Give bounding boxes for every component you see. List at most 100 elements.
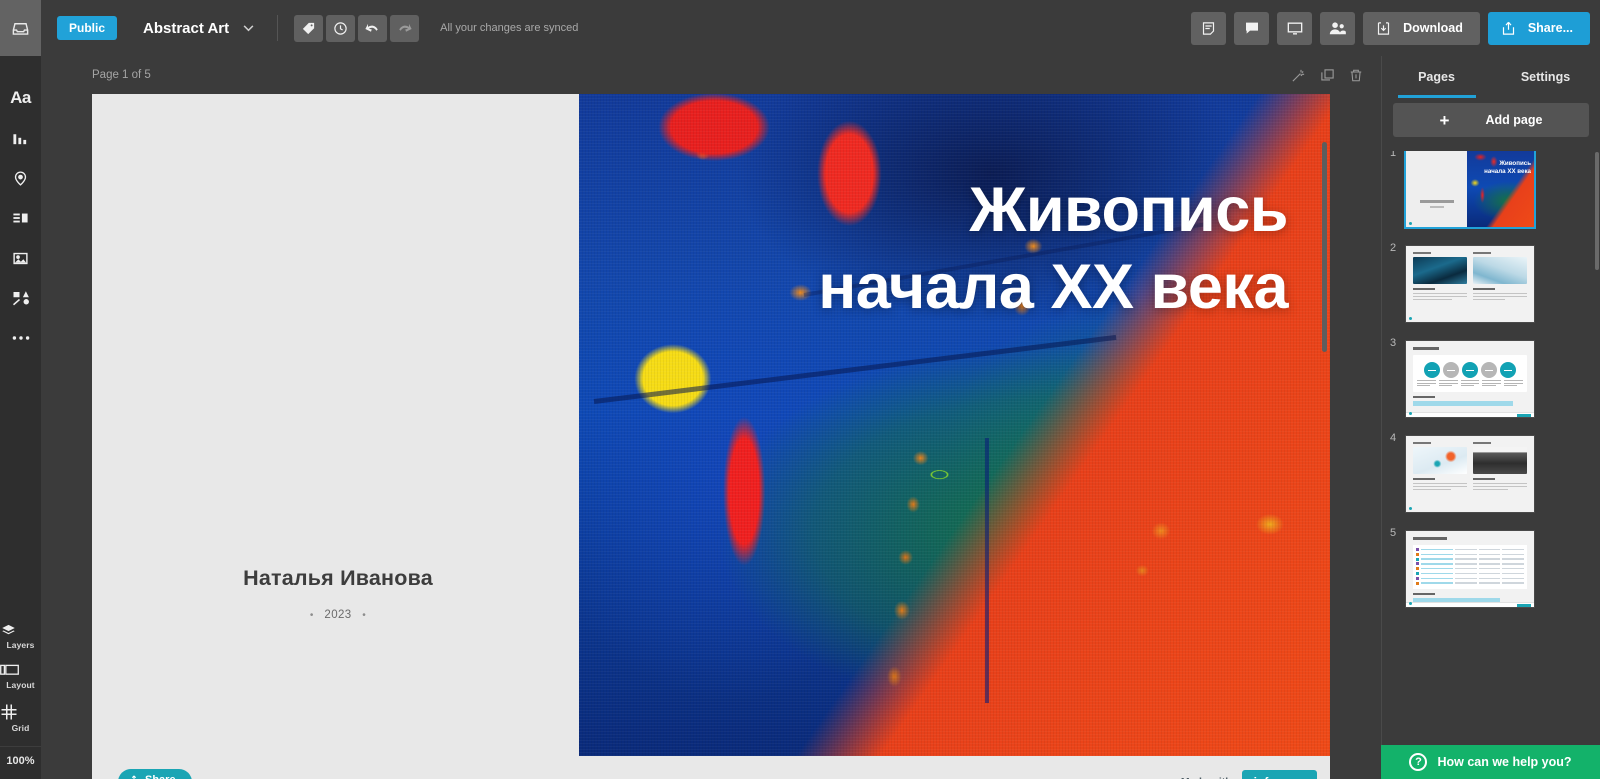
page-thumbnail-4[interactable] bbox=[1406, 436, 1534, 512]
page-thumbnail-2[interactable] bbox=[1406, 246, 1534, 322]
grid-label: Grid bbox=[11, 723, 30, 733]
paint-streak bbox=[984, 438, 989, 704]
duplicate-icon[interactable] bbox=[1320, 68, 1335, 83]
thumb-column bbox=[1413, 252, 1467, 302]
thumb-marker bbox=[1409, 222, 1412, 225]
zoom-level[interactable]: 100% bbox=[0, 746, 41, 779]
canvas-header: Page 1 of 5 bbox=[41, 56, 1381, 94]
thumb-marker bbox=[1409, 507, 1412, 510]
sidebar-item-layout[interactable] bbox=[0, 198, 41, 238]
share-button[interactable]: Share... bbox=[1487, 11, 1590, 45]
tab-settings[interactable]: Settings bbox=[1491, 56, 1600, 98]
collaborators-button[interactable] bbox=[1320, 11, 1356, 45]
tab-pages[interactable]: Pages bbox=[1382, 56, 1491, 98]
panel-scrollbar[interactable] bbox=[1595, 152, 1599, 270]
redo-button[interactable] bbox=[390, 14, 420, 42]
artwork-image[interactable]: Живопись начала XX века bbox=[579, 94, 1330, 756]
thumb-image bbox=[1473, 447, 1527, 474]
sidebar-item-text[interactable]: Aa bbox=[0, 78, 41, 118]
slide-title[interactable]: Живопись начала XX века bbox=[619, 172, 1288, 326]
thumb-highlight bbox=[1413, 400, 1514, 406]
sidebar-item-chart[interactable] bbox=[0, 118, 41, 158]
undo-button[interactable] bbox=[358, 14, 388, 42]
table-row bbox=[1416, 562, 1525, 566]
tag-icon bbox=[301, 21, 316, 36]
page-thumbnail-1[interactable]: Живопись начала XX века bbox=[1406, 151, 1534, 227]
thumb-circle-row bbox=[1417, 362, 1523, 378]
text-icon: Aa bbox=[10, 88, 31, 107]
thumb-label bbox=[1413, 442, 1431, 444]
thumb-columns bbox=[1413, 252, 1527, 302]
layout-panel-icon bbox=[0, 663, 41, 678]
layers-button[interactable]: Layers bbox=[0, 617, 41, 657]
page-thumbnail-5[interactable] bbox=[1406, 531, 1534, 607]
chevron-down-icon[interactable] bbox=[243, 24, 259, 32]
embed-share-label: Share bbox=[145, 774, 176, 779]
layout-button[interactable]: Layout bbox=[0, 657, 41, 697]
canvas-scrollbar[interactable] bbox=[1322, 142, 1327, 352]
share-label: Share... bbox=[1527, 21, 1573, 35]
slide-page-1[interactable]: Живопись начала XX века Наталья Иванова … bbox=[92, 94, 1330, 756]
slide-canvas: Живопись начала XX века Наталья Иванова … bbox=[92, 94, 1330, 779]
thumb-author-line bbox=[1420, 200, 1454, 203]
table-row bbox=[1416, 571, 1525, 575]
image-icon bbox=[12, 250, 29, 267]
speaker-notes-button[interactable] bbox=[1191, 11, 1227, 45]
comments-button[interactable] bbox=[1234, 11, 1270, 45]
comment-icon bbox=[1244, 20, 1260, 36]
slide-year-row[interactable]: • 2023 • bbox=[183, 609, 493, 621]
people-icon bbox=[1329, 21, 1346, 35]
grid-button[interactable]: Grid bbox=[0, 697, 41, 740]
thumb-title-bar bbox=[1413, 347, 1439, 350]
trash-icon[interactable] bbox=[1349, 68, 1363, 83]
thumb-circle bbox=[1424, 362, 1440, 378]
layers-icon bbox=[0, 623, 41, 638]
slide-year: 2023 bbox=[324, 609, 352, 621]
grid-icon bbox=[0, 703, 41, 721]
thumb-caption bbox=[1413, 395, 1435, 398]
sidebar-item-more[interactable] bbox=[0, 318, 41, 358]
document-title[interactable]: Abstract Art bbox=[143, 20, 229, 37]
thumb-image bbox=[1413, 257, 1467, 284]
sidebar-item-image[interactable] bbox=[0, 238, 41, 278]
thumb-caption bbox=[1473, 288, 1495, 290]
tag-button[interactable] bbox=[294, 14, 324, 42]
thumb-title: Живопись начала XX века bbox=[1484, 160, 1531, 175]
toolbar-divider bbox=[277, 15, 279, 41]
right-panel: Pages Settings + Add page 1 Живопись нача… bbox=[1381, 56, 1600, 779]
thumb-content bbox=[1406, 341, 1534, 417]
bullet-right: • bbox=[362, 610, 367, 621]
infogram-brand[interactable]: infogram bbox=[1241, 770, 1317, 779]
sidebar-item-shapes[interactable] bbox=[0, 278, 41, 318]
list-item: 4 bbox=[1384, 432, 1600, 512]
slide-author[interactable]: Наталья Иванова bbox=[183, 566, 493, 591]
list-item: 1 Живопись начала XX века bbox=[1384, 151, 1600, 227]
embed-share-button[interactable]: Share bbox=[118, 769, 192, 779]
help-label: How can we help you? bbox=[1437, 755, 1572, 769]
rail-bottom-tools: Layers Layout Grid bbox=[0, 617, 41, 746]
visibility-badge[interactable]: Public bbox=[57, 15, 118, 41]
thumb-body-lines bbox=[1473, 483, 1527, 491]
thumb-content bbox=[1406, 246, 1534, 322]
redo-icon bbox=[397, 22, 412, 34]
thumb-content bbox=[1406, 436, 1534, 512]
thumb-circle-labels bbox=[1417, 380, 1523, 388]
page-thumbnail-list[interactable]: 1 Живопись начала XX века 2 3 4 5 bbox=[1382, 151, 1600, 779]
thumb-caption bbox=[1413, 593, 1435, 596]
page-thumbnail-3[interactable] bbox=[1406, 341, 1534, 417]
history-button[interactable] bbox=[326, 14, 356, 42]
add-page-button[interactable]: + Add page bbox=[1393, 103, 1589, 137]
top-toolbar: Public Abstract Art All your changes are… bbox=[41, 0, 1600, 56]
inbox-button[interactable] bbox=[0, 0, 41, 56]
sidebar-item-map[interactable] bbox=[0, 158, 41, 198]
magic-wand-icon[interactable] bbox=[1291, 68, 1306, 83]
download-button[interactable]: Download bbox=[1363, 11, 1480, 45]
help-button[interactable]: ? How can we help you? bbox=[1381, 745, 1600, 779]
made-with-block: Made with infogram bbox=[1181, 770, 1317, 779]
undo-icon bbox=[365, 22, 380, 34]
canvas-area: Page 1 of 5 Живопись начала XX века Ната… bbox=[41, 56, 1381, 779]
slide-title-line2: начала XX века bbox=[818, 251, 1288, 322]
thumb-column bbox=[1413, 442, 1467, 492]
plus-icon: + bbox=[1439, 110, 1450, 130]
present-button[interactable] bbox=[1277, 11, 1313, 45]
